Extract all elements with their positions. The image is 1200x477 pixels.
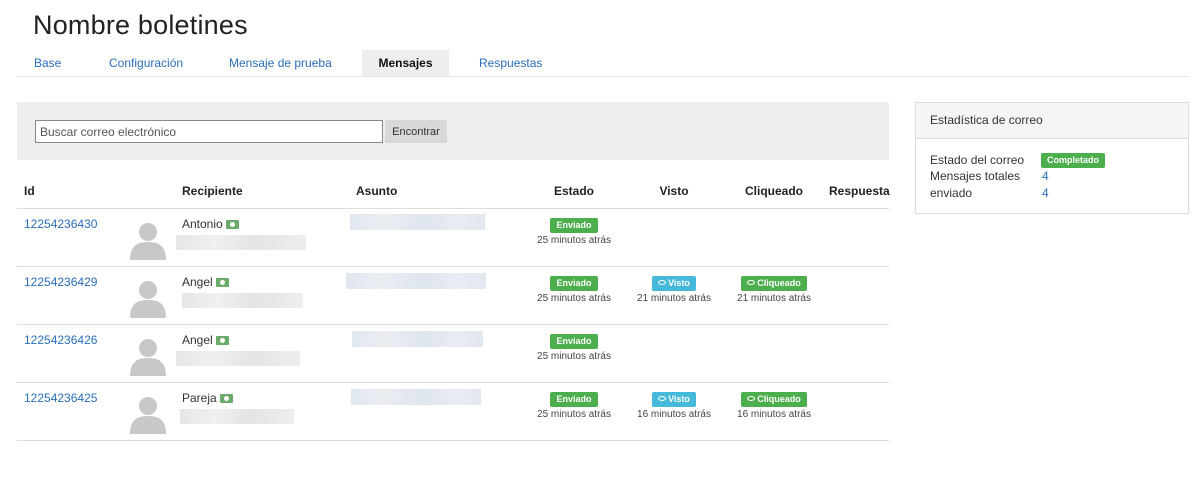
tab-bar: Base Configuración Mensaje de prueba Men…: [16, 50, 1188, 77]
table-row: 12254236430 Antonio Enviado 25 minutos a…: [17, 208, 889, 267]
stats-estado-label: Estado del correo: [930, 153, 1025, 167]
cliqueado-label: Cliqueado: [757, 277, 801, 288]
cliqueado-time: 16 minutos atrás: [737, 408, 811, 420]
respuesta-cell: [829, 324, 889, 383]
status-time: 25 minutos atrás: [537, 234, 611, 246]
respuesta-cell: [829, 382, 889, 441]
user-silhouette-icon: [130, 338, 166, 376]
table-row: 12254236426 Angel Enviado 25 minutos atr…: [17, 324, 889, 383]
user-silhouette-icon: [130, 396, 166, 434]
tab-base[interactable]: Base: [34, 50, 61, 76]
visto-time: 16 minutos atrás: [637, 408, 711, 420]
cliqueado-cell: [719, 324, 829, 383]
visto-cell: [629, 324, 719, 383]
recipient-name-wrap: Angel: [182, 275, 354, 289]
stats-enviado-link[interactable]: 4: [1042, 186, 1049, 200]
eye-icon: [658, 395, 667, 401]
status-badge-enviado: Enviado: [550, 217, 598, 233]
stats-total-label: Mensajes totales: [930, 169, 1021, 183]
eye-icon: [658, 279, 667, 285]
subject-redacted: [351, 388, 481, 405]
table-row: 12254236429 Angel Enviado 25 minutos atr…: [17, 266, 889, 325]
tab-respuestas[interactable]: Respuestas: [479, 50, 542, 76]
status-time: 25 minutos atrás: [537, 408, 611, 420]
money-bill-icon: [215, 277, 229, 287]
subject-redacted: [346, 272, 486, 289]
recipient-email-redacted: [182, 292, 303, 308]
status-time: 25 minutos atrás: [537, 292, 611, 304]
money-bill-icon: [219, 393, 233, 403]
status-badge-cliqueado: Cliqueado: [741, 391, 807, 407]
page-title: Nombre boletines: [33, 10, 248, 40]
search-panel: Encontrar: [17, 102, 889, 160]
stats-enviado-label: enviado: [930, 186, 973, 200]
stats-panel: Estadística de correo Estado del correo …: [915, 102, 1189, 214]
message-id-link[interactable]: 12254236425: [24, 391, 119, 405]
recipient-name: Angel: [182, 274, 213, 289]
stats-title: Estadística de correo: [916, 103, 1188, 139]
message-id-link[interactable]: 12254236426: [24, 333, 119, 347]
status-badge-enviado: Enviado: [550, 333, 598, 349]
header-cliqueado: Cliqueado: [719, 175, 829, 209]
recipient-name-wrap: Angel: [182, 333, 354, 347]
header-estado: Estado: [519, 175, 629, 209]
recipient-name: Angel: [182, 332, 213, 347]
money-bill-icon: [215, 335, 229, 345]
visto-label: Visto: [668, 393, 690, 404]
respuesta-cell: [829, 266, 889, 325]
stats-status-badge: Completado: [1041, 153, 1106, 168]
respuesta-cell: [829, 208, 889, 267]
header-recipiente: Recipiente: [182, 175, 354, 209]
table-row: 12254236425 Pareja Enviado 25 minutos at…: [17, 382, 889, 441]
recipient-email-redacted: [176, 350, 300, 366]
subject-redacted: [352, 330, 483, 347]
status-time: 25 minutos atrás: [537, 350, 611, 362]
visto-time: 21 minutos atrás: [637, 292, 711, 304]
user-silhouette-icon: [130, 222, 166, 260]
recipient-name: Pareja: [182, 390, 217, 405]
recipient-name-wrap: Antonio: [182, 217, 354, 231]
cliqueado-label: Cliqueado: [757, 393, 801, 404]
search-input[interactable]: [35, 120, 383, 143]
tab-mensaje-de-prueba[interactable]: Mensaje de prueba: [229, 50, 332, 76]
stats-total-link[interactable]: 4: [1042, 169, 1049, 183]
status-badge-cliqueado: Cliqueado: [741, 275, 807, 291]
recipient-name: Antonio: [182, 216, 223, 231]
search-button[interactable]: Encontrar: [385, 120, 447, 143]
status-badge-enviado: Enviado: [550, 275, 598, 291]
eye-icon: [747, 279, 756, 285]
header-asunto: Asunto: [354, 175, 519, 209]
message-id-link[interactable]: 12254236430: [24, 217, 119, 231]
status-badge-visto: Visto: [652, 391, 696, 407]
user-silhouette-icon: [130, 280, 166, 318]
cliqueado-time: 21 minutos atrás: [737, 292, 811, 304]
header-visto: Visto: [629, 175, 719, 209]
header-respuesta: Respuesta: [829, 175, 890, 209]
eye-icon: [747, 395, 756, 401]
visto-cell: [629, 208, 719, 267]
money-bill-icon: [225, 219, 239, 229]
tab-mensajes[interactable]: Mensajes: [362, 50, 449, 76]
message-id-link[interactable]: 12254236429: [24, 275, 119, 289]
subject-redacted: [350, 213, 485, 230]
status-badge-enviado: Enviado: [550, 391, 598, 407]
table-header-row: Id Recipiente Asunto Estado Visto Clique…: [17, 175, 890, 209]
header-avatar: [119, 175, 182, 209]
visto-label: Visto: [668, 277, 690, 288]
status-badge-visto: Visto: [652, 275, 696, 291]
tab-configuracion[interactable]: Configuración: [109, 50, 183, 76]
header-id: Id: [17, 175, 119, 209]
cliqueado-cell: [719, 208, 829, 267]
recipient-email-redacted: [176, 234, 306, 250]
recipient-email-redacted: [180, 408, 294, 424]
messages-table: Id Recipiente Asunto Estado Visto Clique…: [17, 175, 890, 441]
recipient-name-wrap: Pareja: [182, 391, 354, 405]
